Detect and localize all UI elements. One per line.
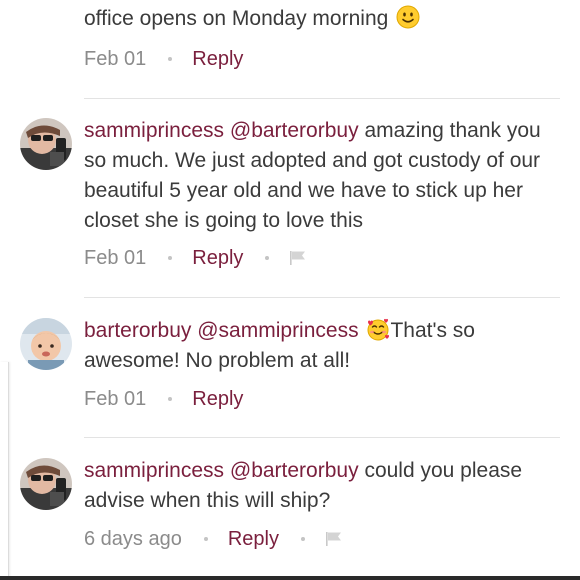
reply-button[interactable]: Reply [192, 48, 243, 71]
flag-icon[interactable] [325, 531, 343, 547]
sunglasses-selfie-avatar-icon [20, 118, 72, 170]
comment-meta: Feb 01 Reply [84, 44, 243, 74]
comment-date: Feb 01 [84, 47, 147, 70]
avatar[interactable] [20, 118, 72, 170]
reply-button[interactable]: Reply [228, 528, 279, 551]
sunglasses-selfie-avatar-icon [20, 458, 72, 510]
comment-divider [84, 437, 560, 438]
comment-date: Feb 01 [84, 387, 147, 410]
separator-dot [168, 256, 173, 260]
slightly-smiling-face-icon [396, 5, 420, 29]
bottom-edge-bar [0, 576, 580, 580]
comment-body: sammiprincess @barterorbuy amazing thank… [84, 116, 564, 236]
reply-button[interactable]: Reply [192, 247, 243, 270]
comment-body: office opens on Monday morning [84, 4, 564, 34]
comment-mention[interactable]: @sammiprincess [197, 319, 358, 342]
comment-username[interactable]: sammiprincess [84, 459, 224, 482]
flag-icon[interactable] [289, 250, 307, 266]
comment-meta: Feb 01 Reply [84, 384, 243, 414]
baby-avatar-icon [20, 318, 72, 370]
reply-button[interactable]: Reply [192, 388, 243, 411]
avatar[interactable] [20, 458, 72, 510]
separator-dot [168, 397, 173, 401]
smiling-face-with-hearts-icon [366, 317, 390, 341]
avatar[interactable] [20, 318, 72, 370]
side-panel-edge [0, 362, 9, 580]
comment-divider [84, 98, 560, 99]
comment-divider [84, 297, 560, 298]
comment-mention[interactable]: @barterorbuy [230, 459, 359, 482]
comment-date: 6 days ago [84, 527, 182, 550]
comment-body-tail: office opens on Monday morning [84, 7, 389, 30]
separator-dot [168, 57, 173, 61]
comment-date: Feb 01 [84, 246, 147, 269]
separator-dot [301, 537, 305, 541]
comment-meta: Feb 01 Reply [84, 243, 307, 273]
comment-body: sammiprincess @barterorbuy could you ple… [84, 456, 564, 516]
comment-body: barterorbuy @sammiprincess That's so awe… [84, 316, 564, 376]
comment-meta: 6 days ago Reply [84, 524, 343, 554]
comment-username[interactable]: barterorbuy [84, 319, 191, 342]
comment-mention[interactable]: @barterorbuy [230, 119, 359, 142]
separator-dot [265, 256, 270, 260]
separator-dot [203, 537, 208, 541]
comment-username[interactable]: sammiprincess [84, 119, 224, 142]
